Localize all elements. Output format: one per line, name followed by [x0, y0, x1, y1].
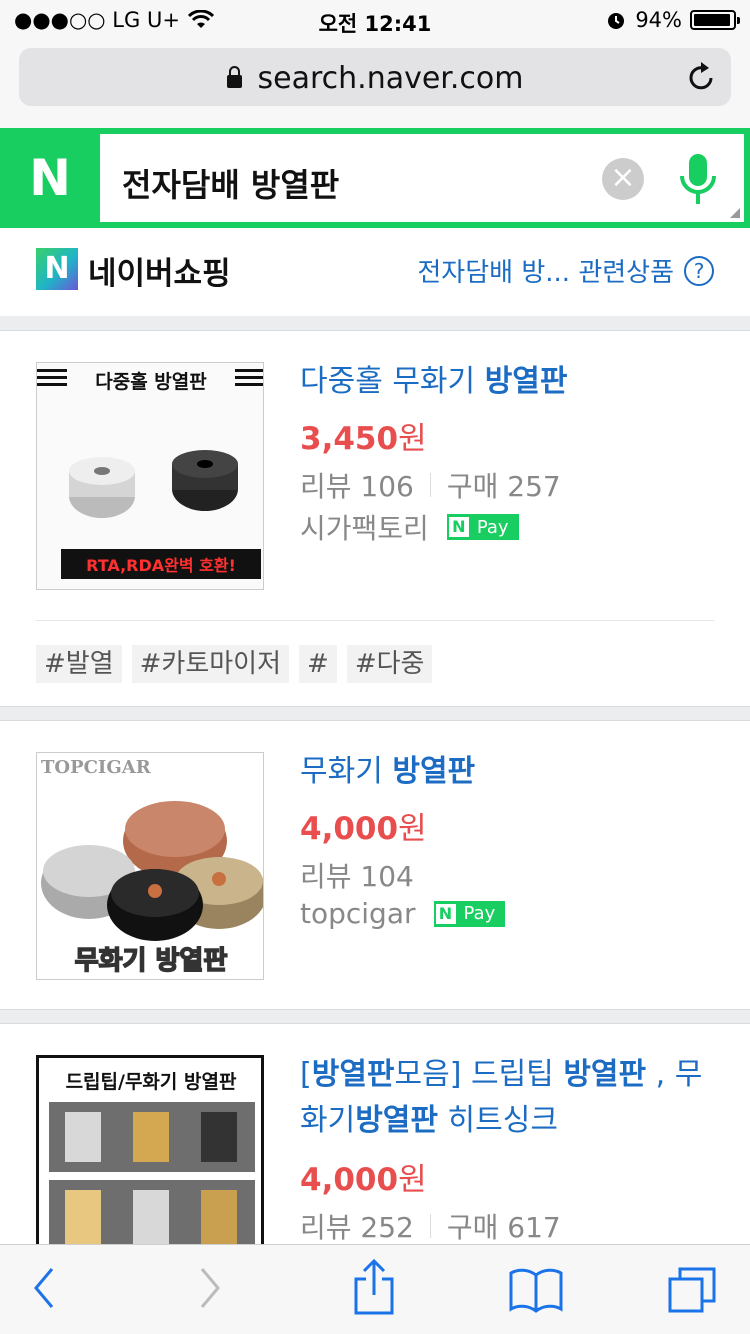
back-icon[interactable] — [30, 1265, 56, 1311]
battery-percent: 94% — [635, 8, 682, 32]
reload-icon[interactable] — [687, 60, 717, 92]
card-divider — [36, 620, 714, 621]
product-meta: 리뷰 252 구매 617 — [300, 1206, 561, 1246]
resize-corner-icon — [730, 208, 740, 218]
bookmarks-icon[interactable] — [508, 1267, 564, 1313]
product-thumbnail[interactable]: 다중홀 방열판 RTA,RDA완벽 호환! — [36, 362, 264, 590]
search-input[interactable]: 전자담배 방열판 × — [100, 134, 744, 222]
thumb-caption-top: 드립팁/무화기 방열판 — [66, 1071, 237, 1093]
browser-chrome: search.naver.com — [0, 40, 750, 128]
url-text: search.naver.com — [257, 61, 524, 96]
npay-badge: N Pay — [433, 900, 506, 927]
seller-name[interactable]: 시가팩토리 — [300, 507, 429, 547]
product-image: 다중홀 방열판 RTA,RDA완벽 호환! — [37, 363, 263, 589]
product-price: 4,000원 — [300, 1162, 427, 1198]
thumb-caption-top: TOPCIGAR — [41, 757, 152, 778]
share-icon[interactable] — [352, 1259, 396, 1315]
help-icon[interactable]: ? — [684, 255, 714, 286]
thumb-caption-top: 다중홀 방열판 — [95, 370, 207, 393]
product-title[interactable]: [방열판모음] 드립팁 방열판 , 무화기방열판 히트싱크 — [300, 1052, 720, 1144]
seller-name[interactable]: topcigar — [300, 897, 416, 930]
lock-icon — [226, 66, 242, 88]
naver-search-bar: N 전자담배 방열판 × — [0, 128, 750, 228]
product-price: 4,000원 — [300, 811, 427, 847]
npay-logo-icon: N — [435, 903, 456, 924]
shopping-title: 네이버쇼핑 — [88, 256, 231, 292]
related-products-link[interactable]: 전자담배 방... 관련상품 — [417, 252, 674, 289]
product-image: TOPCIGAR 무화기 방열판 — [37, 753, 263, 979]
browser-toolbar — [0, 1244, 750, 1334]
product-thumbnail[interactable]: TOPCIGAR 무화기 방열판 — [36, 752, 264, 980]
product-card[interactable]: TOPCIGAR 무화기 방열판 무화기 방열판 4,000원 리뷰 104 t… — [0, 720, 750, 1010]
purchase-count: 구매 617 — [446, 1211, 561, 1244]
status-bar: ●●●○○ LG U+ 오전 12:41 94% — [0, 0, 750, 40]
search-query: 전자담배 방열판 — [122, 166, 340, 204]
tag[interactable]: # — [299, 645, 337, 683]
product-meta: 리뷰 106 구매 257 — [300, 465, 561, 505]
alarm-icon — [608, 13, 625, 29]
review-count: 리뷰 106 — [300, 470, 414, 503]
battery-fill — [694, 14, 730, 26]
naver-logo[interactable]: N — [0, 128, 100, 228]
product-card[interactable]: 다중홀 방열판 RTA,RDA완벽 호환! 다중홀 무화기 방열판 3,450원… — [0, 330, 750, 707]
tag-list: #발열 #카토마이저 # #다중 — [36, 645, 433, 683]
review-count: 리뷰 252 — [300, 1211, 414, 1244]
product-title[interactable]: 무화기 방열판 — [300, 749, 720, 795]
forward-icon[interactable] — [198, 1265, 224, 1311]
clear-search-button[interactable]: × — [602, 158, 644, 200]
tabs-icon[interactable] — [666, 1265, 720, 1315]
product-price: 3,450원 — [300, 421, 427, 457]
thumb-caption-bottom: 무화기 방열판 — [75, 946, 228, 976]
product-meta: 리뷰 104 — [300, 855, 414, 895]
shopping-section-header: N 네이버쇼핑 전자담배 방... 관련상품 ? — [0, 228, 750, 316]
thumb-caption-bottom: RTA,RDA완벽 호환! — [86, 556, 236, 575]
tag[interactable]: #다중 — [346, 645, 433, 683]
npay-logo-icon: N — [448, 517, 469, 537]
tag[interactable]: #카토마이저 — [131, 645, 290, 683]
tag[interactable]: #발열 — [36, 645, 122, 683]
review-count: 리뷰 104 — [300, 860, 414, 893]
address-bar[interactable]: search.naver.com — [19, 48, 731, 106]
battery-icon — [690, 10, 740, 30]
npay-badge: N Pay — [446, 514, 519, 540]
naver-shopping-logo: N — [36, 248, 78, 290]
microphone-icon[interactable] — [678, 152, 718, 208]
purchase-count: 구매 257 — [446, 470, 561, 503]
product-title[interactable]: 다중홀 무화기 방열판 — [300, 359, 720, 405]
